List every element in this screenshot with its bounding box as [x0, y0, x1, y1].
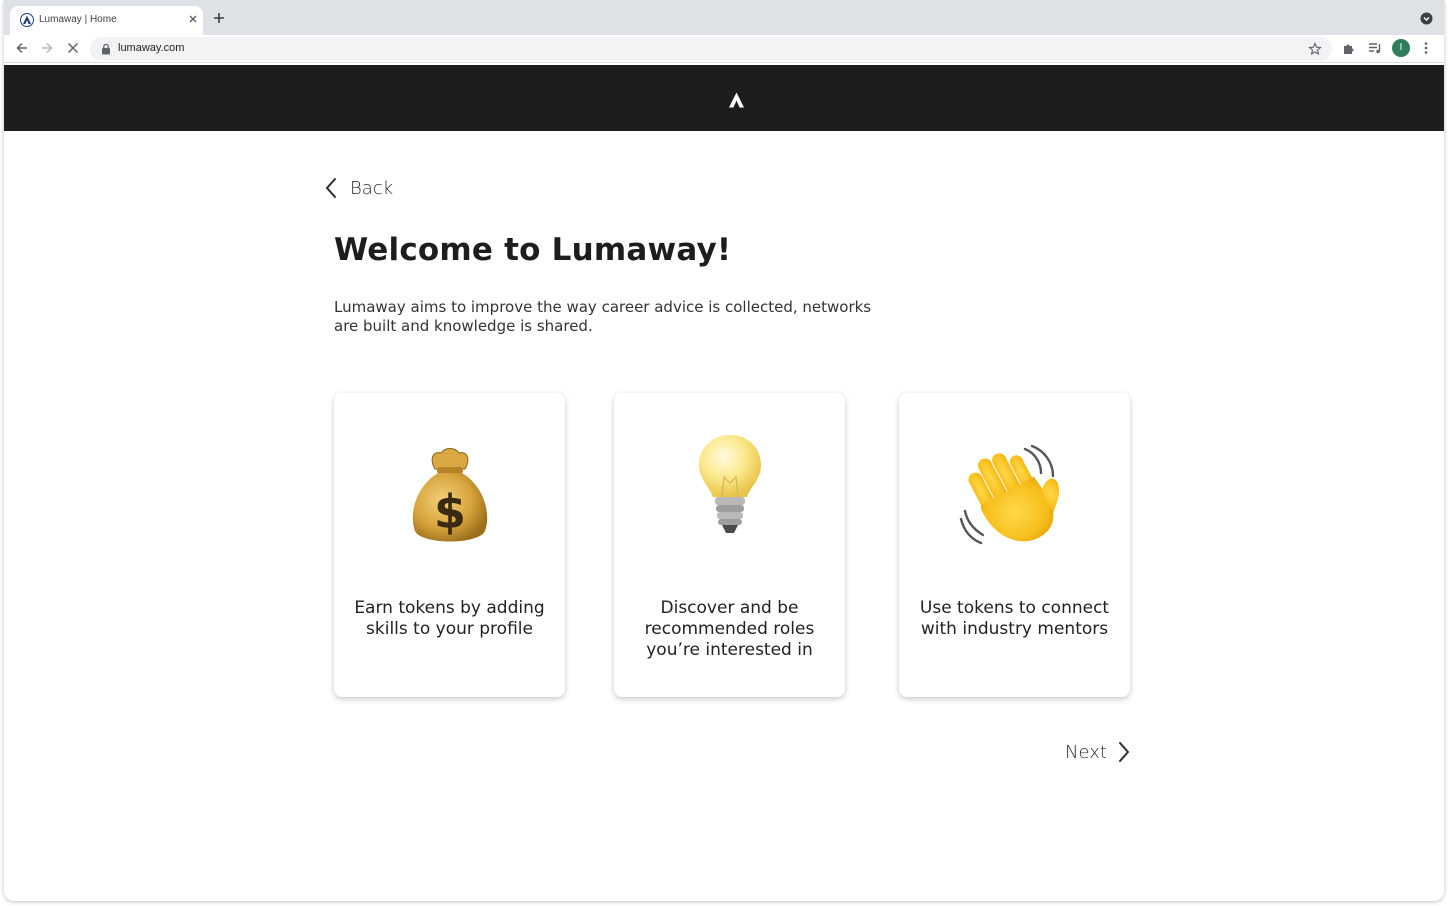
media-queue-icon[interactable]: [1367, 40, 1383, 56]
light-bulb-icon: [698, 435, 761, 533]
stop-loading-icon[interactable]: [65, 40, 81, 56]
browser-tab-active[interactable]: Lumaway | Home: [10, 6, 203, 35]
bookmark-star-icon[interactable]: [1308, 42, 1322, 56]
tab-title: Lumaway | Home: [39, 14, 117, 25]
site-header: [4, 65, 1444, 131]
back-label: Back: [350, 177, 394, 199]
feature-card-discover-roles: Discover and be recommended roles you’re…: [614, 393, 845, 697]
more-menu-icon[interactable]: [1418, 40, 1434, 56]
browser-window: Lumaway | Home lumaway.com I Back Welcom…: [4, 0, 1444, 901]
address-bar[interactable]: lumaway.com: [90, 37, 1332, 61]
money-bag-icon: $: [412, 448, 487, 542]
forward-arrow-icon[interactable]: [39, 40, 55, 56]
next-label: Next: [1065, 741, 1107, 763]
feature-card-connect-mentors: Use tokens to connect with industry ment…: [899, 393, 1130, 697]
profile-avatar[interactable]: I: [1392, 39, 1410, 57]
tab-search-icon[interactable]: [1420, 12, 1433, 25]
card-caption: Use tokens to connect with industry ment…: [919, 598, 1110, 639]
tab-strip: Lumaway | Home: [4, 0, 1444, 35]
next-link[interactable]: Next: [1065, 740, 1131, 764]
card-caption: Earn tokens by adding skills to your pro…: [354, 598, 545, 639]
chevron-right-icon: [1118, 742, 1129, 762]
url-text: lumaway.com: [118, 42, 185, 54]
browser-toolbar: lumaway.com I: [4, 35, 1444, 63]
lumaway-favicon-icon: [20, 13, 34, 27]
back-link[interactable]: Back: [324, 176, 393, 200]
waving-hand-icon: [959, 444, 1059, 545]
svg-text:$: $: [433, 485, 465, 539]
feature-card-earn-tokens: $ Earn tokens by adding skills to your p…: [334, 393, 565, 697]
extensions-puzzle-icon[interactable]: [1341, 40, 1357, 56]
chevron-left-icon: [326, 178, 336, 198]
new-tab-icon[interactable]: [212, 11, 226, 25]
page-title: Welcome to Lumaway!: [334, 232, 732, 268]
intro-text: Lumaway aims to improve the way career a…: [334, 298, 872, 335]
back-arrow-icon[interactable]: [14, 40, 30, 56]
card-caption: Discover and be recommended roles you’re…: [644, 598, 815, 660]
lock-icon: [102, 43, 110, 55]
lumaway-logo-icon[interactable]: [728, 92, 745, 108]
close-tab-icon[interactable]: [186, 12, 200, 26]
